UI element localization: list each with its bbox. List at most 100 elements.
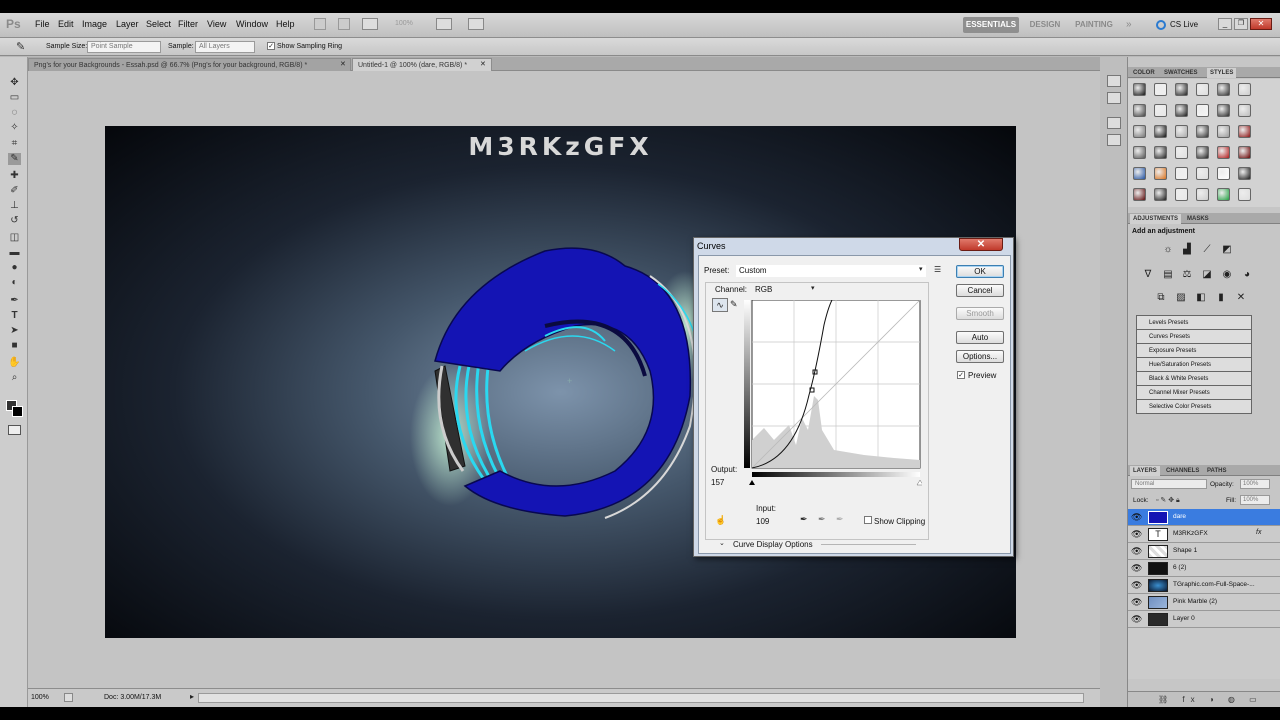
style-swatch[interactable] [1196, 167, 1209, 180]
status-zoom[interactable]: 100% [31, 694, 49, 701]
horizontal-scrollbar[interactable] [198, 693, 1084, 703]
menu-layer[interactable]: Layer [116, 19, 139, 29]
layer-row-layer-0[interactable]: 👁︎ Layer 0 [1128, 611, 1280, 628]
mini-bridge-icon[interactable] [338, 18, 350, 30]
quick-mask-icon[interactable] [8, 425, 21, 435]
document-tab-essah[interactable]: Png's for your Backgrounds - Essah.psd @… [28, 58, 351, 71]
restore-button[interactable]: ❐ [1234, 18, 1248, 30]
black-white-icon[interactable]: ◪ [1200, 269, 1214, 281]
curve-pencil-mode-icon[interactable]: ✎ [730, 299, 738, 310]
tab-adjustments[interactable]: ADJUSTMENTS [1130, 214, 1182, 224]
preset-channel-mixer[interactable]: Channel Mixer Presets [1136, 386, 1252, 400]
style-swatch[interactable] [1217, 188, 1230, 201]
style-swatch[interactable] [1175, 125, 1188, 138]
style-swatch[interactable] [1217, 83, 1230, 96]
menu-select[interactable]: Select [146, 19, 171, 29]
tab-masks[interactable]: MASKS [1184, 214, 1212, 224]
sample-size-select[interactable]: Point Sample [87, 41, 161, 53]
style-swatch[interactable] [1217, 167, 1230, 180]
layer-row-shape-1[interactable]: 👁︎ Shape 1 [1128, 543, 1280, 560]
style-swatch[interactable] [1133, 104, 1146, 117]
preset-exposure[interactable]: Exposure Presets [1136, 344, 1252, 358]
eyedropper-tool-icon[interactable]: ✎ [8, 153, 21, 165]
on-image-adjust-icon[interactable]: ☝ [715, 515, 726, 526]
curve-display-options-label[interactable]: Curve Display Options [733, 540, 813, 549]
fill-input[interactable]: 100% [1240, 495, 1270, 505]
cancel-button[interactable]: Cancel [956, 284, 1004, 297]
style-swatch[interactable] [1133, 83, 1146, 96]
expand-chevron-icon[interactable]: ⌄ [719, 539, 725, 547]
curves-icon[interactable]: ⟋ [1200, 244, 1214, 256]
preset-options-icon[interactable]: ☰ [934, 265, 941, 274]
style-swatch[interactable] [1217, 104, 1230, 117]
type-tool-icon[interactable]: T [8, 310, 21, 322]
gradient-map-icon[interactable]: ▮ [1214, 292, 1228, 304]
tab-color[interactable]: COLOR [1130, 68, 1158, 78]
layer-effects-icon[interactable]: fx [1256, 529, 1261, 536]
preview-checkbox[interactable]: ✓ [957, 371, 965, 379]
zoom-level-display[interactable]: 100% [395, 20, 413, 27]
style-swatch[interactable] [1154, 83, 1167, 96]
view-extras-icon[interactable] [362, 18, 378, 30]
style-swatch[interactable] [1133, 125, 1146, 138]
lock-icons[interactable]: ▫ ✎ ✥ 🔒︎ [1156, 496, 1180, 505]
dialog-close-button[interactable]: ✕ [959, 238, 1003, 251]
visibility-eye-icon[interactable]: 👁︎ [1131, 597, 1142, 608]
paragraph-panel-icon[interactable] [1107, 134, 1121, 146]
marquee-tool-icon[interactable]: ▭ [8, 92, 21, 104]
menu-filter[interactable]: Filter [178, 19, 198, 29]
color-balance-icon[interactable]: ⚖ [1180, 269, 1194, 281]
bridge-icon[interactable] [314, 18, 326, 30]
history-panel-icon[interactable] [1107, 75, 1121, 87]
arrange-documents-icon[interactable] [436, 18, 452, 30]
style-swatch[interactable] [1238, 83, 1251, 96]
more-workspaces-icon[interactable]: » [1126, 19, 1132, 30]
sample-select[interactable]: All Layers [195, 41, 255, 53]
preset-dropdown-arrow-icon[interactable]: ▾ [919, 265, 923, 273]
menu-edit[interactable]: Edit [58, 19, 74, 29]
clone-stamp-tool-icon[interactable]: ⊥ [8, 200, 21, 212]
style-swatch[interactable] [1238, 125, 1251, 138]
preset-black-white[interactable]: Black & White Presets [1136, 372, 1252, 386]
selective-color-icon[interactable]: ✕ [1234, 292, 1248, 304]
show-sampling-ring-checkbox[interactable]: ✓ [267, 42, 275, 50]
style-swatch[interactable] [1154, 167, 1167, 180]
style-swatch[interactable] [1154, 146, 1167, 159]
minimize-button[interactable]: _ [1218, 18, 1232, 30]
style-swatch[interactable] [1238, 146, 1251, 159]
shape-tool-icon[interactable]: ■ [8, 340, 21, 352]
style-swatch[interactable] [1217, 146, 1230, 159]
background-color-swatch[interactable] [12, 406, 23, 417]
gray-point-eyedropper-icon[interactable]: ✒ [818, 514, 826, 525]
style-swatch[interactable] [1133, 188, 1146, 201]
ok-button[interactable]: OK [956, 265, 1004, 278]
style-swatch[interactable] [1133, 167, 1146, 180]
crop-tool-icon[interactable]: ⌗ [8, 138, 21, 150]
style-swatch[interactable] [1133, 146, 1146, 159]
brush-tool-icon[interactable]: ✐ [8, 185, 21, 197]
visibility-eye-icon[interactable]: 👁︎ [1131, 614, 1142, 625]
workspace-essentials[interactable]: ESSENTIALS [963, 17, 1019, 33]
visibility-eye-icon[interactable]: 👁︎ [1131, 512, 1142, 523]
style-swatch[interactable] [1154, 125, 1167, 138]
workspace-painting[interactable]: PAINTING [1070, 17, 1118, 33]
style-swatch[interactable] [1175, 188, 1188, 201]
preset-selective-color[interactable]: Selective Color Presets [1136, 400, 1252, 414]
layers-footer-buttons[interactable]: ⛓ fx ◑ ◍ ▭ ▤ 🗑︎ [1128, 691, 1280, 707]
options-button[interactable]: Options... [956, 350, 1004, 363]
style-swatch[interactable] [1196, 146, 1209, 159]
style-swatch[interactable] [1196, 104, 1209, 117]
hue-saturation-icon[interactable]: ▤ [1161, 269, 1175, 281]
exposure-icon[interactable]: ◩ [1220, 244, 1234, 256]
dodge-tool-icon[interactable]: ◐ [8, 277, 21, 289]
layer-row-tgraphic[interactable]: 👁︎ TGraphic.com-Full-Space-... [1128, 577, 1280, 594]
curve-graph[interactable] [744, 300, 922, 486]
style-swatch[interactable] [1175, 146, 1188, 159]
character-panel-icon[interactable] [1107, 117, 1121, 129]
tab-paths[interactable]: PATHS [1204, 466, 1229, 476]
hand-tool-icon[interactable]: ✋ [8, 357, 21, 369]
threshold-icon[interactable]: ◧ [1194, 292, 1208, 304]
vibrance-icon[interactable]: ∇ [1141, 269, 1155, 281]
menu-view[interactable]: View [207, 19, 226, 29]
layer-row-dare[interactable]: 👁︎ dare [1128, 509, 1280, 526]
